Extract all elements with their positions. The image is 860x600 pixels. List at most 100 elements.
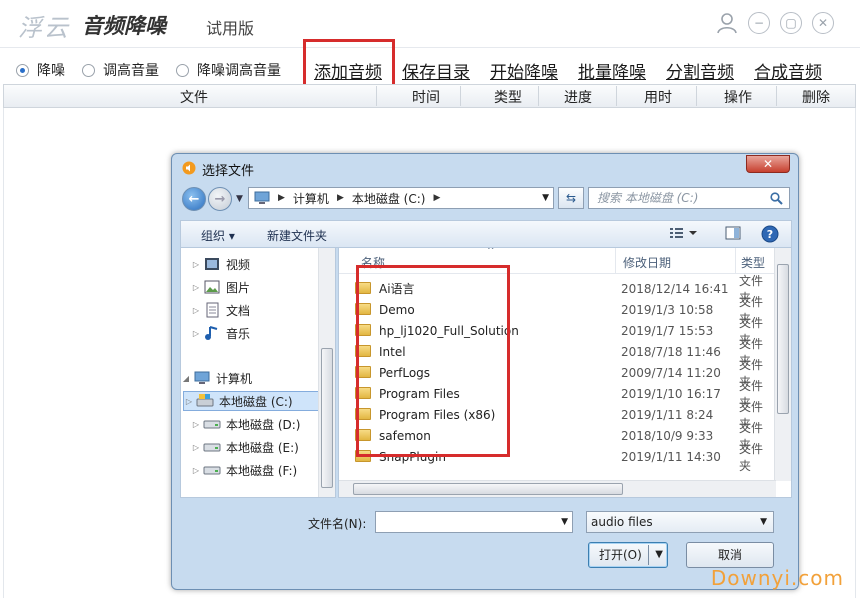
file-date: 2018/7/18 11:46 (621, 344, 721, 359)
open-dropdown-icon[interactable]: ▼ (655, 543, 663, 567)
radio-label: 降噪 (37, 63, 65, 79)
col-action[interactable]: 操作 (708, 87, 768, 107)
tree-label: 本地磁盘 (C:) (219, 394, 293, 409)
file-date: 2019/1/11 8:24 (621, 407, 714, 422)
window-controls: − ▢ ✕ (716, 12, 834, 34)
col-file[interactable]: 文件 (154, 87, 234, 107)
app-toolbar: 降噪 调高音量 降噪调高音量 添加音频 保存目录 开始降噪 批量降噪 分割音频 … (0, 50, 860, 84)
breadcrumb-arrow-icon: ▶ (433, 193, 441, 203)
col-elapsed[interactable]: 用时 (628, 87, 688, 107)
file-hscrollbar[interactable] (339, 480, 776, 497)
expand-arrow-icon[interactable]: ▷ (191, 329, 201, 338)
file-scroll-thumb[interactable] (777, 264, 789, 414)
file-type: 文件夹 (739, 441, 764, 473)
search-input[interactable]: 搜索 本地磁盘 (C:) (588, 187, 790, 209)
split-audio-link[interactable]: 分割音频 (666, 58, 734, 83)
history-dropdown-icon[interactable]: ▼ (236, 194, 243, 204)
new-folder-button[interactable]: 新建文件夹 (267, 227, 327, 244)
radio-denoise-volume-up[interactable]: 降噪调高音量 (176, 60, 281, 80)
tree-label: 文档 (226, 303, 251, 318)
tree-item-pictures[interactable]: ▷ 图片 (191, 277, 331, 297)
col-separator (616, 86, 617, 106)
forward-arrow-icon[interactable]: → (208, 187, 232, 211)
user-icon[interactable] (716, 12, 738, 34)
drive-icon (203, 466, 221, 475)
col-delete[interactable]: 删除 (784, 87, 848, 107)
drive-icon (203, 420, 221, 429)
tree-item-computer[interactable]: ◢ 计算机 (181, 368, 321, 388)
tree-item-drive-d[interactable]: ▷ 本地磁盘 (D:) (191, 414, 331, 434)
col-time[interactable]: 时间 (396, 87, 456, 107)
minimize-icon[interactable]: − (748, 12, 770, 34)
collapse-arrow-icon[interactable]: ◢ (181, 374, 191, 383)
file-hscroll-thumb[interactable] (353, 483, 623, 495)
file-date: 2018/12/14 16:41 (621, 281, 729, 296)
speaker-icon (182, 161, 196, 179)
filename-dropdown-icon[interactable]: ▼ (561, 517, 568, 527)
music-icon (205, 326, 218, 340)
file-date: 2019/1/11 14:30 (621, 449, 721, 464)
tree-item-music[interactable]: ▷ 音乐 (191, 323, 331, 343)
radio-icon (82, 63, 95, 77)
start-denoise-link[interactable]: 开始降噪 (490, 58, 558, 83)
breadcrumb-computer[interactable]: 计算机 (293, 190, 329, 207)
open-button[interactable]: 打开(O) ▼ (588, 542, 668, 568)
address-dropdown-icon[interactable]: ▼ (542, 193, 549, 203)
tree-item-documents[interactable]: ▷ 文档 (191, 300, 331, 320)
col-progress[interactable]: 进度 (548, 87, 608, 107)
col-date[interactable]: 修改日期 (623, 254, 671, 271)
col-separator (376, 86, 377, 106)
tree-item-drive-e[interactable]: ▷ 本地磁盘 (E:) (191, 437, 331, 457)
back-arrow-icon[interactable]: ← (182, 187, 206, 211)
col-filetype[interactable]: 类型 (741, 254, 765, 271)
maximize-icon[interactable]: ▢ (780, 12, 802, 34)
nav-scrollbar[interactable] (318, 248, 335, 497)
tree-item-drive-c[interactable]: ▷ 本地磁盘 (C:) (183, 391, 319, 411)
merge-audio-link[interactable]: 合成音频 (754, 58, 822, 83)
expand-arrow-icon[interactable]: ▷ (191, 306, 201, 315)
breadcrumb-drive-c[interactable]: 本地磁盘 (C:) (352, 190, 426, 207)
expand-arrow-icon[interactable]: ▷ (184, 397, 194, 406)
tree-label: 视频 (226, 257, 251, 272)
nav-scroll-thumb[interactable] (321, 348, 333, 488)
refresh-icon[interactable]: ⇆ (558, 187, 584, 209)
tree-label: 图片 (226, 280, 251, 295)
dialog-close-button[interactable]: ✕ (746, 155, 790, 173)
expand-arrow-icon[interactable]: ▷ (191, 443, 201, 452)
col-type[interactable]: 类型 (478, 87, 538, 107)
edition-label: 试用版 (206, 19, 255, 38)
preview-pane-icon[interactable] (725, 225, 741, 245)
file-scrollbar[interactable] (774, 248, 791, 481)
close-icon[interactable]: ✕ (812, 12, 834, 34)
app-titlebar: 浮云 音频降噪 试用版 − ▢ ✕ (0, 0, 860, 48)
filetype-value: audio files (591, 515, 653, 529)
help-icon[interactable]: ? (761, 225, 779, 247)
file-date: 2019/1/7 15:53 (621, 323, 714, 338)
breadcrumb-arrow-icon: ▶ (336, 193, 344, 203)
video-icon (205, 258, 219, 270)
expand-arrow-icon[interactable]: ▷ (191, 420, 201, 429)
batch-denoise-link[interactable]: 批量降噪 (578, 58, 646, 83)
filename-input[interactable]: ▼ (375, 511, 573, 533)
tree-item-videos[interactable]: ▷ 视频 (191, 254, 331, 274)
expand-arrow-icon[interactable]: ▷ (191, 283, 201, 292)
radio-label: 降噪调高音量 (197, 63, 281, 79)
address-bar[interactable]: ▶ 计算机 ▶ 本地磁盘 (C:) ▶ ▼ (248, 187, 554, 209)
computer-icon (194, 371, 210, 384)
cancel-button[interactable]: 取消 (686, 542, 774, 568)
view-options-icon[interactable] (669, 225, 699, 245)
expand-arrow-icon[interactable]: ▷ (191, 466, 201, 475)
organize-button[interactable]: 组织 ▾ (201, 227, 235, 244)
sort-ascending-icon: ^ (487, 248, 495, 256)
document-icon (206, 302, 219, 318)
filetype-select[interactable]: audio files ▼ (586, 511, 774, 533)
save-dir-link[interactable]: 保存目录 (402, 58, 470, 83)
col-separator (615, 248, 616, 274)
picture-icon (204, 280, 220, 294)
tree-item-drive-f[interactable]: ▷ 本地磁盘 (F:) (191, 460, 331, 480)
radio-volume-up[interactable]: 调高音量 (82, 60, 159, 80)
radio-denoise[interactable]: 降噪 (16, 60, 65, 80)
file-date: 2009/7/14 11:20 (621, 365, 721, 380)
filetype-dropdown-icon: ▼ (760, 517, 767, 527)
expand-arrow-icon[interactable]: ▷ (191, 260, 201, 269)
